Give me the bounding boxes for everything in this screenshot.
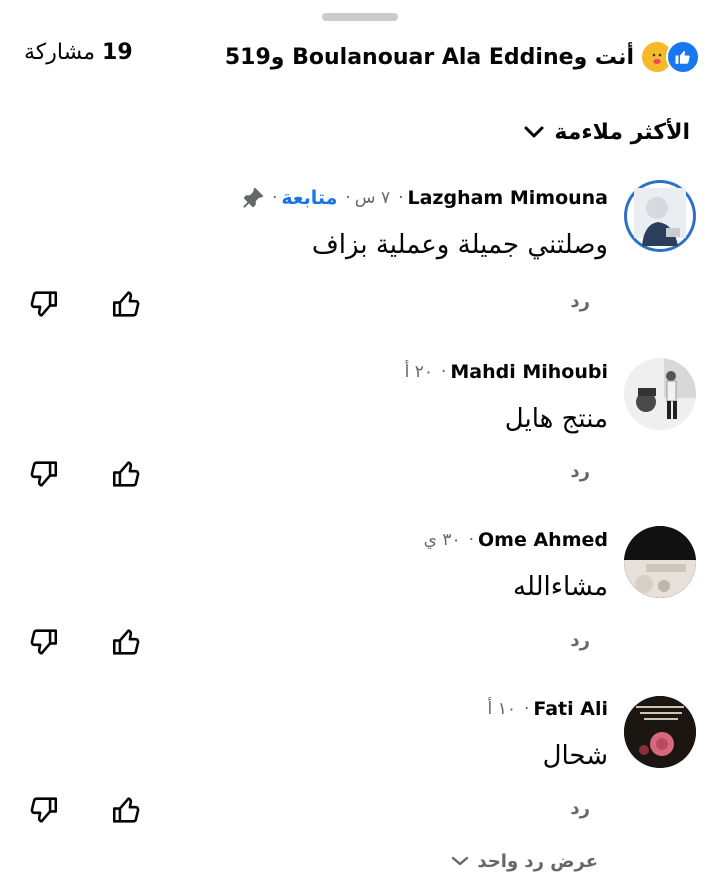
comment-text: شحال — [542, 741, 608, 771]
separator: · — [345, 188, 351, 208]
shares-number: 19 — [102, 40, 133, 65]
comment-time[interactable]: ٧ س — [355, 188, 390, 208]
shares-label: مشاركة — [24, 40, 96, 65]
like-button[interactable] — [110, 457, 144, 491]
reaction-icons — [640, 40, 700, 74]
comment-text: وصلتني جميلة وعملية بزاف — [311, 230, 608, 260]
like-button[interactable] — [110, 793, 144, 827]
avatar[interactable] — [624, 180, 696, 252]
sort-label: الأكثر ملاءمة — [554, 120, 690, 145]
separator: · — [440, 362, 447, 382]
reply-button[interactable]: رد — [570, 461, 590, 482]
comment-author[interactable]: Fati Ali — [533, 698, 608, 720]
comment-header: Fati Ali · ١٠ أ — [488, 698, 608, 720]
comment-author[interactable]: Mahdi Mihoubi — [450, 361, 608, 383]
drag-handle[interactable] — [322, 13, 398, 21]
reactions-text: أنت وBoulanouar Ala Eddine و519 — [224, 44, 634, 70]
comment-author[interactable]: Lazgham Mimouna — [408, 187, 609, 209]
avatar[interactable] — [624, 696, 696, 768]
chevron-down-icon — [524, 120, 544, 145]
dislike-button[interactable] — [26, 793, 60, 827]
comment-text: منتج هايل — [504, 404, 608, 434]
comment-time[interactable]: ١٠ أ — [488, 699, 516, 719]
reactions-summary[interactable]: أنت وBoulanouar Ala Eddine و519 — [225, 40, 700, 74]
avatar[interactable] — [624, 526, 696, 598]
dislike-button[interactable] — [26, 457, 60, 491]
shares-count[interactable]: 19 مشاركة — [24, 40, 133, 65]
view-replies-label: عرض رد واحد — [477, 851, 598, 872]
pin-icon — [242, 187, 264, 209]
comment-text: مشاءالله — [513, 572, 608, 602]
like-icon — [666, 40, 700, 74]
chevron-down-icon — [451, 851, 469, 872]
like-button[interactable] — [110, 287, 144, 321]
reply-button[interactable]: رد — [570, 630, 590, 651]
reply-button[interactable]: رد — [570, 291, 590, 312]
sort-dropdown[interactable]: الأكثر ملاءمة — [524, 120, 690, 145]
avatar[interactable] — [624, 358, 696, 430]
like-button[interactable] — [110, 625, 144, 659]
follow-button[interactable]: متابعة — [281, 187, 337, 209]
reply-button[interactable]: رد — [570, 798, 590, 819]
view-replies-button[interactable]: عرض رد واحد — [451, 851, 598, 872]
separator: · — [523, 699, 530, 719]
dislike-button[interactable] — [26, 287, 60, 321]
comment-header: Lazgham Mimouna · ٧ س · متابعة · — [242, 187, 608, 209]
comment-header: Mahdi Mihoubi · ٢٠ أ — [405, 361, 608, 383]
comment-author[interactable]: Ome Ahmed — [478, 529, 608, 551]
comment-header: Ome Ahmed · ٣٠ ي — [424, 529, 608, 551]
separator: · — [271, 188, 278, 208]
dislike-button[interactable] — [26, 625, 60, 659]
separator: · — [468, 530, 475, 550]
comment-time[interactable]: ٢٠ أ — [405, 362, 433, 382]
separator: · — [398, 188, 404, 208]
comment-time[interactable]: ٣٠ ي — [424, 530, 461, 550]
